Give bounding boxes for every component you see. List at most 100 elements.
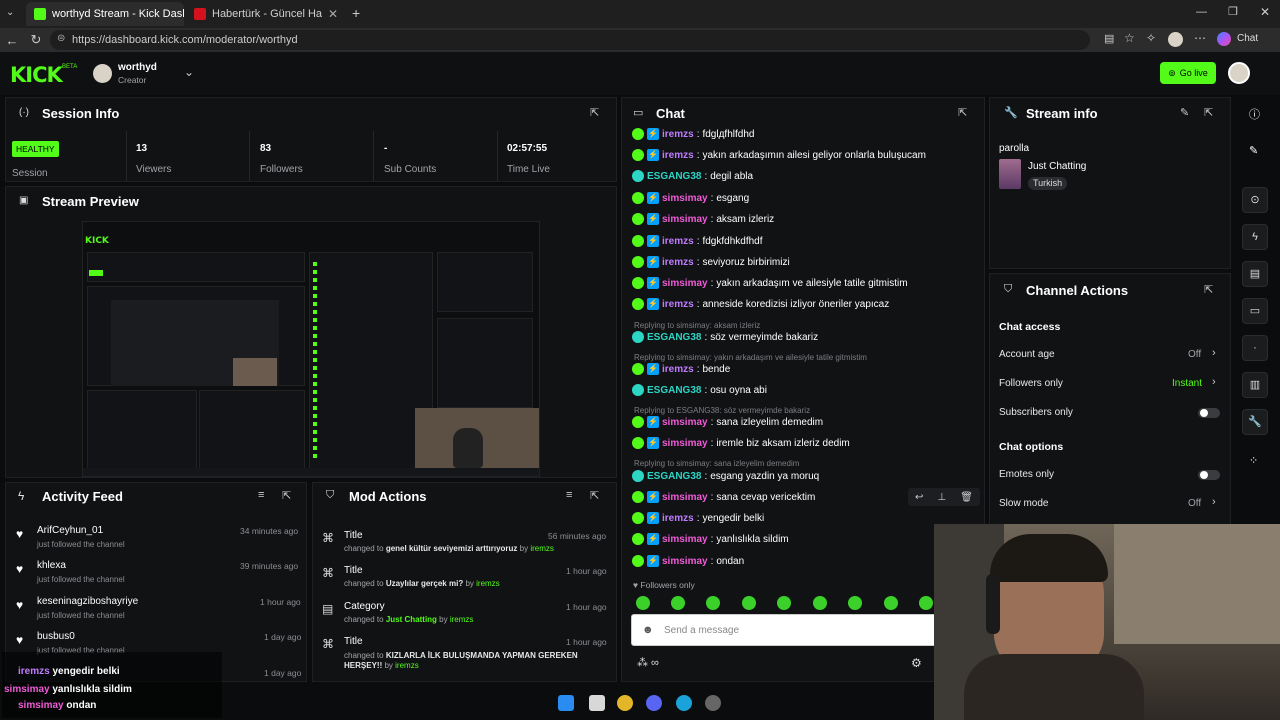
focus-icon[interactable]: ⊙	[1242, 187, 1268, 213]
chat-username[interactable]: simsimay	[662, 278, 708, 289]
chat-message[interactable]: ⚡ iremzs: fdglдfhlfdhd	[632, 128, 754, 140]
popout-icon[interactable]: ⇱	[590, 489, 599, 502]
back-icon[interactable]: ←	[0, 33, 24, 48]
reply-icon[interactable]: ↩	[915, 492, 923, 503]
filter-icon[interactable]: ≡	[566, 489, 572, 501]
chat-username[interactable]: ESGANG38	[647, 471, 701, 482]
popout-icon[interactable]: ⇱	[590, 106, 599, 119]
chat-username[interactable]: iremzs	[662, 364, 694, 375]
chat-message[interactable]: ⚡ iremzs: bende	[632, 363, 730, 375]
chat-message[interactable]: ⚡ simsimay: aksam izleriz	[632, 213, 774, 225]
maximize-icon[interactable]: ❐	[1228, 5, 1238, 18]
tab-kick-dashboard[interactable]: worthyd Stream - Kick Dashboard ✕	[26, 2, 184, 26]
emote-icon[interactable]	[848, 596, 862, 610]
chat-username[interactable]: ESGANG38	[647, 171, 701, 182]
reader-icon[interactable]: ▤	[1104, 32, 1114, 45]
emote-icon[interactable]	[813, 596, 827, 610]
minimize-icon[interactable]: —	[1196, 6, 1207, 18]
chat-username[interactable]: iremzs	[662, 299, 694, 310]
edit-pencil-icon[interactable]: ✎	[1249, 144, 1258, 157]
chevron-down-icon[interactable]: ⌄	[184, 65, 194, 79]
chevron-right-icon[interactable]: ›	[1212, 496, 1216, 508]
subscribers-only-toggle[interactable]	[1198, 408, 1220, 418]
edit-pencil-icon[interactable]: ✎	[1180, 106, 1189, 119]
chat-message[interactable]: ESGANG38: osu oyna abi	[632, 384, 767, 396]
collections-icon[interactable]: ✧	[1146, 31, 1156, 45]
chat-username[interactable]: iremzs	[662, 257, 694, 268]
discord-icon[interactable]	[646, 695, 662, 711]
follower-name[interactable]: khlexa	[37, 560, 66, 571]
chat-message[interactable]: ⚡ simsimay: ondan	[632, 555, 744, 567]
account-avatar[interactable]	[1228, 62, 1250, 84]
popout-icon[interactable]: ⇱	[1204, 106, 1213, 119]
followers-only-value[interactable]: Instant	[1172, 378, 1202, 389]
slow-mode-value[interactable]: Off	[1188, 498, 1201, 509]
lightning-icon[interactable]: ϟ	[1242, 224, 1268, 250]
chat-username[interactable]: iremzs	[662, 150, 694, 161]
chat-bubble-icon[interactable]: ▭	[1242, 298, 1268, 324]
wrench-icon[interactable]: 🔧	[1242, 409, 1268, 435]
slow-mode-label[interactable]: Slow mode	[999, 498, 1048, 509]
smiley-icon[interactable]: ☻	[642, 624, 654, 636]
chat-message[interactable]: ⚡ simsimay: yanlıslıkla sildim	[632, 533, 789, 545]
chat-message[interactable]: ⚡ iremzs: fdgkfdhkdfhdf	[632, 235, 763, 247]
app-icon[interactable]	[705, 695, 721, 711]
more-icon[interactable]: ⋯	[1194, 31, 1206, 45]
settings-gear-icon[interactable]: ⚙	[911, 656, 922, 670]
popout-icon[interactable]: ⇱	[1204, 283, 1213, 296]
emote-icon[interactable]	[884, 596, 898, 610]
site-info-icon[interactable]: ⊜	[57, 33, 65, 44]
url-field[interactable]: ⊜ https://dashboard.kick.com/moderator/w…	[50, 30, 1090, 50]
chat-username[interactable]: iremzs	[662, 513, 694, 524]
edge-icon[interactable]	[676, 695, 692, 711]
chat-username[interactable]: ESGANG38	[647, 332, 701, 343]
document-icon[interactable]: ▤	[1242, 261, 1268, 287]
chat-username[interactable]: iremzs	[662, 129, 694, 140]
chat-message[interactable]: ⚡ simsimay: yakın arkadaşım ve ailesiyle t…	[632, 277, 908, 289]
apps-icon[interactable]: ⁘	[1249, 454, 1258, 467]
filter-icon[interactable]: ≡	[258, 489, 264, 501]
popout-icon[interactable]: ⇱	[282, 489, 291, 502]
favorite-icon[interactable]: ☆	[1124, 31, 1135, 45]
followers-only-label[interactable]: Followers only	[999, 378, 1063, 389]
chat-message[interactable]: ⚡ simsimay: sana izleyelim demedim	[632, 416, 823, 428]
chat-username[interactable]: simsimay	[662, 193, 708, 204]
emote-icon[interactable]	[919, 596, 933, 610]
emote-icon[interactable]	[636, 596, 650, 610]
windows-start-icon[interactable]	[558, 695, 574, 711]
chat-username[interactable]: ESGANG38	[647, 385, 701, 396]
follower-name[interactable]: keseninagziboshayriye	[37, 596, 138, 607]
window-close-icon[interactable]: ✕	[1260, 5, 1270, 19]
emote-icon[interactable]	[706, 596, 720, 610]
chevron-right-icon[interactable]: ›	[1212, 347, 1216, 359]
chat-message[interactable]: ⚡ iremzs: yakın arkadaşımın ailesi geliyor…	[632, 149, 926, 161]
chat-message[interactable]: ⚡ iremzs: yengedir belki	[632, 512, 764, 524]
chat-input[interactable]: ☻ Send a message	[631, 614, 941, 646]
chat-message[interactable]: ESGANG38: esgang yazdin ya moruq	[632, 470, 819, 482]
chat-message[interactable]: ESGANG38: söz vermeyimde bakariz	[632, 331, 818, 343]
chat-username[interactable]: simsimay	[662, 492, 708, 503]
chat-message[interactable]: ⚡ simsimay: esgang	[632, 192, 749, 204]
reload-icon[interactable]: ↻	[24, 32, 48, 48]
popout-icon[interactable]: ⇱	[958, 106, 967, 119]
chat-username[interactable]: iremzs	[662, 236, 694, 247]
emotes-only-toggle[interactable]	[1198, 470, 1220, 480]
layout-icon[interactable]: ▥	[1242, 372, 1268, 398]
emote-icon[interactable]	[671, 596, 685, 610]
chat-username[interactable]: simsimay	[662, 417, 708, 428]
new-tab-icon[interactable]: +	[352, 5, 360, 21]
users-icon[interactable]: ⁂ ∞	[637, 656, 659, 669]
tab-list-icon[interactable]: ⌄	[6, 7, 14, 18]
chat-message[interactable]: ⚡ simsimay: iremle biz aksam izleriz dedim	[632, 437, 850, 449]
broadcast-icon[interactable]: ·	[1242, 335, 1268, 361]
chrome-icon[interactable]	[617, 695, 633, 711]
pin-icon[interactable]: ⊥	[937, 492, 946, 503]
emote-icon[interactable]	[742, 596, 756, 610]
follower-name[interactable]: ArifCeyhun_01	[37, 525, 103, 536]
chat-username[interactable]: simsimay	[662, 214, 708, 225]
chat-message[interactable]: ⚡ iremzs: seviyoruz birbirimizi	[632, 256, 790, 268]
creator-avatar[interactable]	[93, 64, 112, 83]
info-icon[interactable]: ⓘ	[1249, 106, 1260, 122]
profile-avatar[interactable]	[1168, 32, 1183, 47]
delete-icon[interactable]: 🗑	[960, 492, 973, 503]
